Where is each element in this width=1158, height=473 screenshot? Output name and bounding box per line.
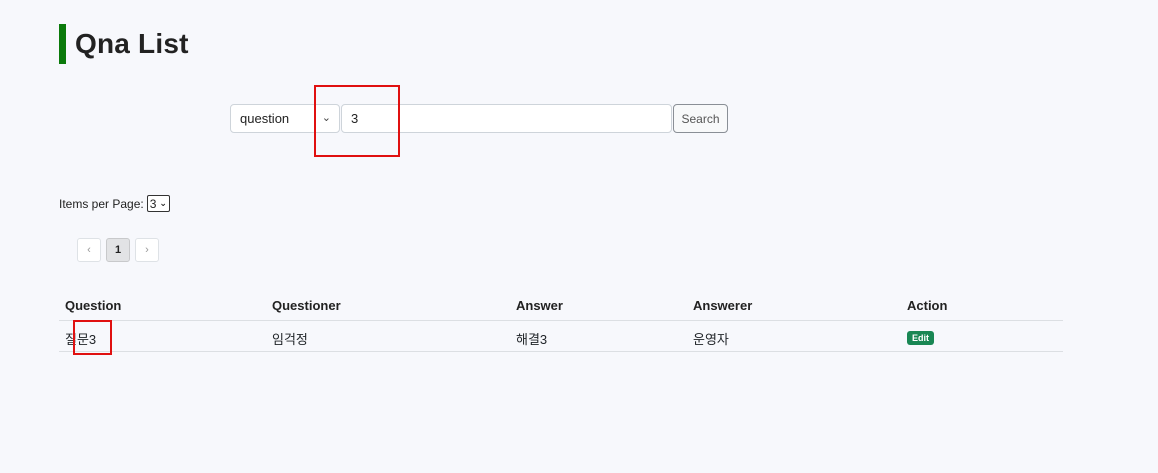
items-per-page-select[interactable]: 3 ⌄ [146,195,170,212]
edit-button[interactable]: Edit [907,331,934,345]
next-page-button[interactable]: › [135,238,159,262]
items-per-page-label: Items per Page: [59,196,144,211]
table-row: 질문3 임걱정 해결3 운영자 Edit [59,321,1063,352]
qna-table: Question Questioner Answer Answerer Acti… [59,290,1063,352]
search-field-value: question [240,111,290,126]
column-header-questioner: Questioner [272,298,341,313]
prev-page-button[interactable]: ‹ [77,238,101,262]
items-per-page: Items per Page: 3 ⌄ [59,195,170,212]
search-bar: question ⌄ 3 Search [230,104,728,133]
title-accent-bar [59,24,66,64]
cell-answerer: 운영자 [693,332,729,347]
table-header-row: Question Questioner Answer Answerer Acti… [59,290,1063,321]
column-header-action: Action [907,298,948,313]
cell-answer: 해결3 [516,332,548,347]
chevron-down-icon: ⌄ [159,198,167,208]
search-button[interactable]: Search [673,104,728,133]
page-title: Qna List [75,28,189,59]
pagination: ‹ 1 › [77,238,164,262]
highlight-box-search-query [314,85,400,157]
column-header-question: Question [65,298,122,313]
column-header-answerer: Answerer [693,298,753,313]
column-header-answer: Answer [516,298,563,313]
cell-action: Edit [907,329,934,345]
page-header: Qna List [59,24,189,64]
page-button-current[interactable]: 1 [106,238,130,262]
items-per-page-value: 3 [149,196,157,211]
highlight-box-result-question [73,320,112,355]
cell-questioner: 임걱정 [272,332,308,347]
